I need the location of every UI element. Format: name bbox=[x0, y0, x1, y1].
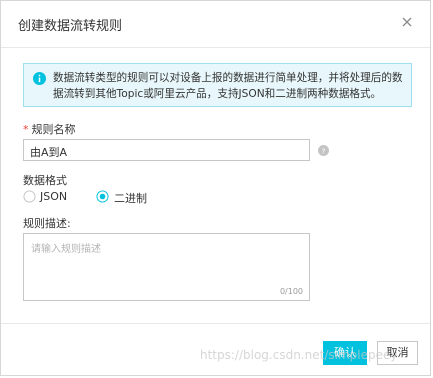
svg-text:?: ? bbox=[322, 146, 326, 155]
watermark: https://blog.csdn.net/simplepeey bbox=[200, 348, 398, 362]
info-text: 数据流转类型的规则可以对设备上报的数据进行简单处理，并将处理后的数据流转到其他T… bbox=[53, 72, 403, 100]
info-alert: 数据流转类型的规则可以对设备上报的数据进行简单处理，并将处理后的数据流转到其他T… bbox=[23, 63, 412, 107]
rule-name-label: * 规则名称 bbox=[23, 121, 76, 137]
rule-description-label: 规则描述: bbox=[23, 217, 71, 230]
create-rule-dialog: 创建数据流转规则 数据流转类型的规则可以对设备上报的数据进行简单处理，并将处理后… bbox=[0, 0, 431, 376]
dialog-header: 创建数据流转规则 bbox=[1, 1, 430, 48]
required-mark: * bbox=[23, 123, 29, 136]
dialog-title: 创建数据流转规则 bbox=[18, 19, 123, 34]
radio-json[interactable] bbox=[23, 190, 36, 203]
rule-name-input[interactable]: 由A到A bbox=[23, 139, 310, 161]
help-icon[interactable]: ? bbox=[318, 145, 329, 156]
description-placeholder: 请输入规则描述 bbox=[31, 244, 101, 255]
data-format-label: 数据格式 bbox=[23, 174, 67, 187]
radio-binary-label[interactable]: 二进制 bbox=[114, 190, 147, 206]
character-counter: 0/100 bbox=[279, 287, 303, 296]
rule-name-label-text: 规则名称 bbox=[31, 123, 76, 136]
rule-description-textarea[interactable]: 请输入规则描述 0/100 bbox=[23, 233, 310, 301]
close-icon[interactable] bbox=[400, 15, 414, 29]
radio-binary[interactable] bbox=[96, 190, 109, 203]
radio-json-label[interactable]: JSON bbox=[40, 190, 67, 203]
info-icon bbox=[33, 72, 46, 85]
